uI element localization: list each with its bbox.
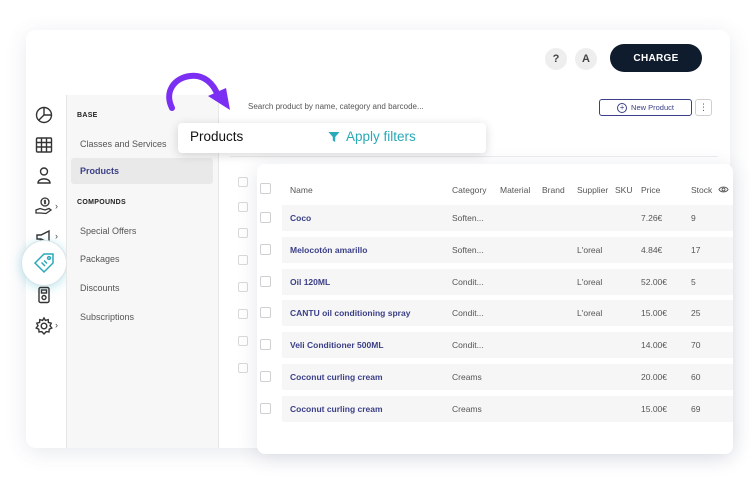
row-checkbox[interactable] xyxy=(238,363,248,373)
subnav-item-discounts[interactable]: Discounts xyxy=(80,283,120,293)
price-cell: 52.00€ xyxy=(641,277,667,287)
product-name-cell[interactable]: CANTU oil conditioning spray xyxy=(290,308,410,318)
subnav-item-products[interactable]: Products xyxy=(71,158,213,184)
new-product-label: New Product xyxy=(631,103,674,112)
stock-cell: 69 xyxy=(691,404,701,414)
column-header-name[interactable]: Name xyxy=(290,185,313,195)
subnav-item-packages[interactable]: Packages xyxy=(80,254,120,264)
category-cell: Condit... xyxy=(452,277,484,287)
stock-cell: 9 xyxy=(691,213,696,223)
row-checkbox[interactable] xyxy=(238,282,248,292)
stock-cell: 70 xyxy=(691,340,701,350)
supplier-cell: L'oreal xyxy=(577,308,603,318)
charge-button[interactable]: CHARGE xyxy=(610,44,702,72)
row-checkbox[interactable] xyxy=(260,244,271,255)
row-checkbox[interactable] xyxy=(238,202,248,212)
row-checkbox[interactable] xyxy=(238,255,248,265)
column-header-category[interactable]: Category xyxy=(452,185,487,195)
stock-cell: 25 xyxy=(691,308,701,318)
product-name-cell[interactable]: Oil 120ML xyxy=(290,277,330,287)
chevron-right-icon: › xyxy=(55,231,58,241)
stock-cell: 5 xyxy=(691,277,696,287)
select-all-checkbox[interactable] xyxy=(260,183,271,194)
more-options-button[interactable]: ⋮ xyxy=(695,99,712,116)
category-cell: Soften... xyxy=(452,213,484,223)
user-icon[interactable] xyxy=(33,164,55,186)
category-cell: Creams xyxy=(452,404,482,414)
chevron-right-icon: › xyxy=(55,320,58,330)
row-checkbox[interactable] xyxy=(260,403,271,414)
reports-icon[interactable] xyxy=(33,104,55,126)
price-cell: 15.00€ xyxy=(641,308,667,318)
supplier-cell: L'oreal xyxy=(577,245,603,255)
category-cell: Creams xyxy=(452,372,482,382)
category-cell: Condit... xyxy=(452,308,484,318)
row-checkbox[interactable] xyxy=(238,309,248,319)
row-checkbox[interactable] xyxy=(238,336,248,346)
plus-icon: + xyxy=(617,102,628,113)
price-cell: 14.00€ xyxy=(641,340,667,350)
category-cell: Soften... xyxy=(452,245,484,255)
row-checkbox[interactable] xyxy=(260,339,271,350)
stock-cell: 17 xyxy=(691,245,701,255)
callout-title: Products xyxy=(190,129,244,144)
cash-register-icon[interactable] xyxy=(33,284,55,306)
tag-icon[interactable] xyxy=(21,240,67,286)
column-header-brand[interactable]: Brand xyxy=(542,185,565,195)
stock-cell: 60 xyxy=(691,372,701,382)
column-header-price[interactable]: Price xyxy=(641,185,660,195)
apply-filters-label: Apply filters xyxy=(346,129,416,144)
row-checkbox[interactable] xyxy=(260,371,271,382)
price-cell: 7.26€ xyxy=(641,213,663,223)
curved-arrow-icon xyxy=(166,72,230,111)
search-input[interactable] xyxy=(248,102,548,111)
product-name-cell[interactable]: Coconut curling cream xyxy=(290,372,383,382)
user-avatar[interactable]: A xyxy=(575,48,597,70)
money-hand-icon[interactable] xyxy=(33,195,55,217)
column-header-sku[interactable]: SKU xyxy=(615,185,632,195)
row-checkbox[interactable] xyxy=(260,212,271,223)
section-label-compounds: COMPOUNDS xyxy=(77,199,126,206)
section-label-base: BASE xyxy=(77,112,98,119)
product-name-cell[interactable]: Coconut curling cream xyxy=(290,404,383,414)
products-callout: Products Apply filters xyxy=(178,123,486,153)
column-header-stock[interactable]: Stock xyxy=(691,185,712,195)
eye-icon[interactable] xyxy=(718,184,729,195)
subnav-item-special-offers[interactable]: Special Offers xyxy=(80,226,136,236)
product-name-cell[interactable]: Melocotón amarillo xyxy=(290,245,367,255)
new-product-button[interactable]: + New Product xyxy=(599,99,692,116)
price-cell: 15.00€ xyxy=(641,404,667,414)
price-cell: 20.00€ xyxy=(641,372,667,382)
calendar-icon[interactable] xyxy=(33,134,55,156)
help-button[interactable]: ? xyxy=(545,48,567,70)
column-header-supplier[interactable]: Supplier xyxy=(577,185,608,195)
product-name-cell[interactable]: Coco xyxy=(290,213,311,223)
category-cell: Condit... xyxy=(452,340,484,350)
filter-icon xyxy=(328,131,340,142)
row-checkbox[interactable] xyxy=(238,177,248,187)
supplier-cell: L'oreal xyxy=(577,277,603,287)
row-checkbox[interactable] xyxy=(238,228,248,238)
divider xyxy=(230,156,718,157)
gear-icon[interactable] xyxy=(33,315,55,337)
product-name-cell[interactable]: Veli Conditioner 500ML xyxy=(290,340,384,350)
apply-filters-button[interactable]: Apply filters xyxy=(328,129,416,144)
price-cell: 4.84€ xyxy=(641,245,663,255)
column-header-material[interactable]: Material xyxy=(500,185,530,195)
table-row[interactable] xyxy=(282,205,733,231)
row-checkbox[interactable] xyxy=(260,307,271,318)
subnav-item-classes-services[interactable]: Classes and Services xyxy=(80,139,167,149)
chevron-right-icon: › xyxy=(55,201,58,211)
row-checkbox[interactable] xyxy=(260,276,271,287)
subnav-item-subscriptions[interactable]: Subscriptions xyxy=(80,312,134,322)
